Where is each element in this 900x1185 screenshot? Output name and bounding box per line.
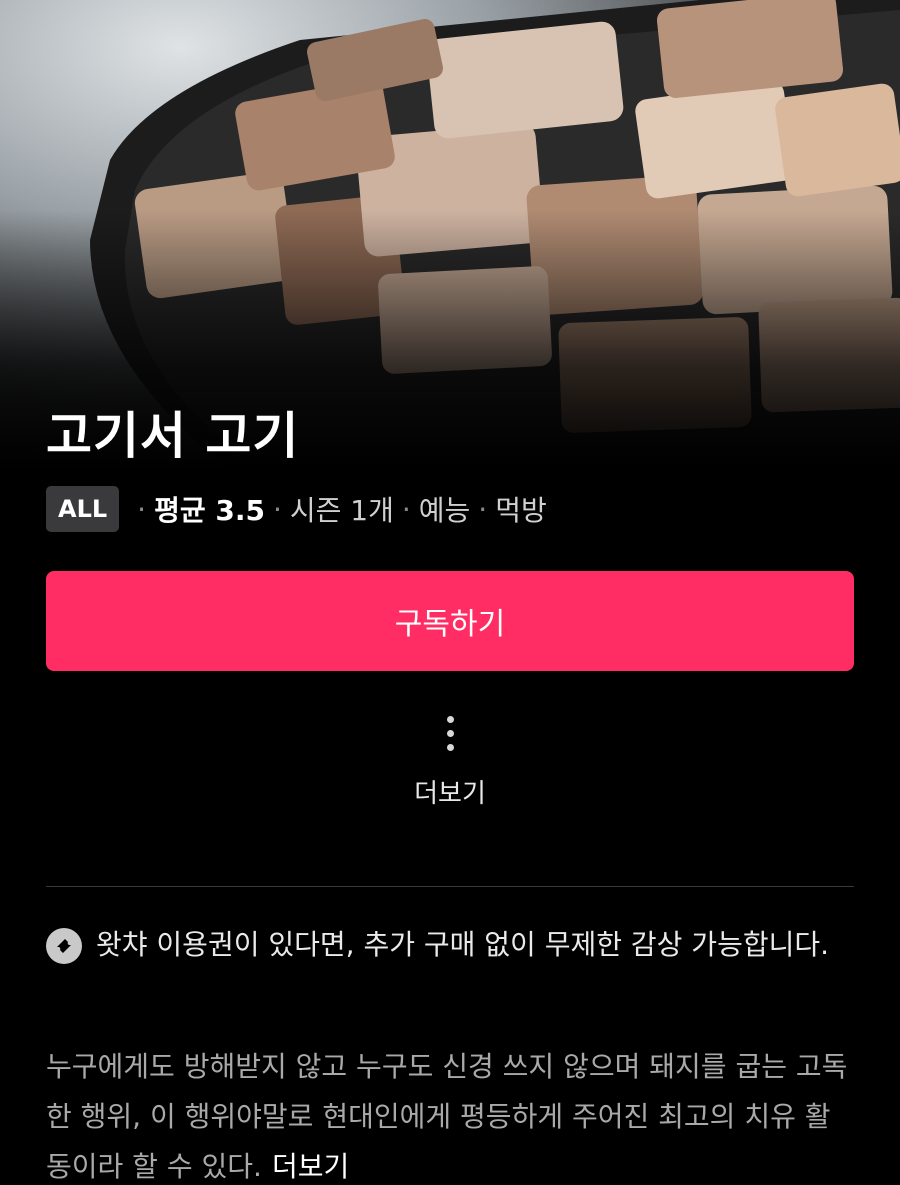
divider (46, 886, 854, 887)
subscription-notice: 왓챠 이용권이 있다면, 추가 구매 없이 무제한 감상 가능합니다. (46, 922, 846, 968)
separator: · (478, 492, 488, 526)
page-title: 고기서 고기 (46, 407, 300, 465)
more-button[interactable]: 더보기 (380, 712, 520, 822)
description-more-link[interactable]: 더보기 (272, 1150, 349, 1183)
average-rating: 평균 3.5 (154, 494, 265, 527)
show-meta: ALL · 평균 3.5 · 시즌 1개 · 예능 · 먹방 (46, 486, 547, 532)
description-text: 누구에게도 방해받지 않고 누구도 신경 쓰지 않으며 돼지를 굽는 고독한 행… (46, 1050, 848, 1183)
ticket-icon (46, 928, 82, 964)
separator: · (401, 492, 411, 526)
age-rating-badge: ALL (46, 486, 120, 532)
subscribe-button[interactable]: 구독하기 (46, 571, 854, 671)
separator: · (137, 492, 147, 526)
vertical-dots-icon (446, 716, 454, 751)
show-description: 누구에게도 방해받지 않고 누구도 신경 쓰지 않으며 돼지를 굽는 고독한 행… (46, 1042, 856, 1185)
subscribe-label: 구독하기 (394, 607, 506, 642)
subgenre-label: 먹방 (495, 494, 547, 527)
genre-label: 예능 (418, 494, 471, 527)
notice-text: 왓챠 이용권이 있다면, 추가 구매 없이 무제한 감상 가능합니다. (96, 928, 830, 961)
season-count: 시즌 1개 (289, 494, 394, 527)
separator: · (272, 492, 282, 526)
more-label: 더보기 (414, 779, 486, 809)
